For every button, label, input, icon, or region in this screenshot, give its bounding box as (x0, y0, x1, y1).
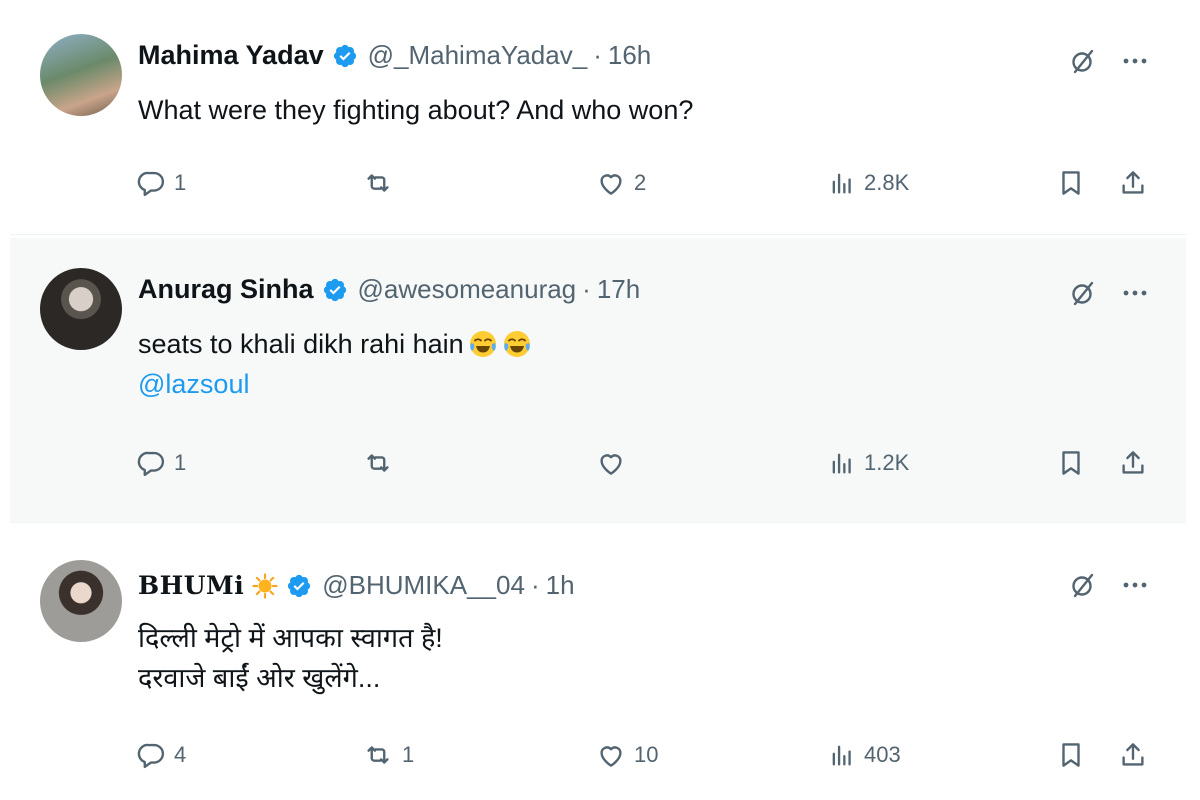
tweet-header: Mahima Yadav @_MahimaYadav_ · 16h (138, 40, 651, 71)
tweet-text: What were they fighting about? And who w… (138, 90, 693, 130)
bookmark-button[interactable] (1056, 448, 1086, 478)
sun-emoji (252, 572, 278, 599)
like-icon (596, 448, 626, 478)
timestamp[interactable]: 16h (608, 40, 651, 71)
reply-count: 4 (174, 742, 187, 767)
share-button[interactable] (1118, 448, 1148, 478)
like-button[interactable] (596, 448, 634, 478)
tweet-top-actions (1068, 570, 1150, 605)
face-with-tears-of-joy-emoji (502, 329, 532, 359)
timestamp[interactable]: 1h (546, 570, 575, 601)
retweet-icon (362, 168, 394, 198)
retweet-icon (362, 448, 394, 478)
bookmark-icon (1056, 168, 1086, 198)
tweet-text-line: दरवाजे बाईं ओर खुलेंगे... (138, 663, 381, 693)
like-icon (596, 740, 626, 770)
display-name[interactable]: Mahima Yadav (138, 40, 324, 71)
views-count: 1.2K (864, 450, 910, 475)
views-count: 403 (864, 742, 901, 767)
retweet-button[interactable]: 1 (362, 740, 414, 770)
like-count: 10 (634, 742, 659, 767)
tweet-text-line: दिल्ली मेट्रो में आपका स्वागत है! (138, 623, 443, 653)
reply-button[interactable]: 1 (136, 448, 186, 478)
views-icon (828, 168, 856, 198)
reply-button[interactable]: 4 (136, 740, 186, 770)
display-name[interactable]: Anurag Sinha (138, 274, 314, 305)
tweet-text-line: What were they fighting about? And who w… (138, 95, 694, 125)
views-button[interactable]: 2.8K (828, 168, 909, 198)
share-icon (1118, 168, 1148, 198)
retweet-icon (362, 740, 394, 770)
handle[interactable]: @_MahimaYadav_ (368, 40, 588, 71)
bookmark-icon (1056, 448, 1086, 478)
tweet-action-bar: 1 2 2.8K (10, 168, 1186, 204)
timestamp[interactable]: 17h (597, 274, 640, 305)
retweet-button[interactable] (362, 168, 402, 198)
display-name[interactable]: BHUMi (138, 571, 244, 600)
face-with-tears-of-joy-emoji (468, 329, 498, 359)
reply-count: 1 (174, 450, 187, 475)
grok-icon[interactable] (1068, 46, 1098, 81)
views-icon (828, 448, 856, 478)
tweet-card[interactable]: BHUMi @BHUMIKA__04 · 1h दिल्ली मेट्रो मे… (10, 536, 1186, 794)
verified-badge-icon (322, 277, 348, 303)
avatar[interactable] (40, 268, 122, 350)
tweet-action-bar: 1 1.2K (10, 448, 1186, 484)
views-icon (828, 740, 856, 770)
views-button[interactable]: 403 (828, 740, 901, 770)
verified-badge-icon (332, 43, 358, 69)
bookmark-icon (1056, 740, 1086, 770)
separator-dot: · (530, 570, 540, 600)
tweet-card[interactable]: Anurag Sinha @awesomeanurag · 17h seats … (10, 238, 1186, 523)
tweet-action-bar: 4 1 10 403 (10, 740, 1186, 776)
bookmark-button[interactable] (1056, 740, 1086, 770)
tweet-top-actions (1068, 278, 1150, 313)
share-button[interactable] (1118, 168, 1148, 198)
bookmark-button[interactable] (1056, 168, 1086, 198)
handle[interactable]: @BHUMIKA__04 (322, 570, 525, 601)
tweet-header: Anurag Sinha @awesomeanurag · 17h (138, 274, 640, 305)
reply-icon (136, 740, 166, 770)
handle[interactable]: @awesomeanurag (358, 274, 577, 305)
verified-badge-icon (286, 573, 312, 599)
mention-link[interactable]: @lazsoul (138, 364, 532, 404)
tweet-text-line: seats to khali dikh rahi hain (138, 324, 532, 364)
grok-icon[interactable] (1068, 278, 1098, 313)
tweet-top-actions (1068, 46, 1150, 81)
like-icon (596, 168, 626, 198)
retweet-count: 1 (402, 742, 415, 767)
reply-icon (136, 168, 166, 198)
grok-icon[interactable] (1068, 570, 1098, 605)
views-button[interactable]: 1.2K (828, 448, 909, 478)
reply-count: 1 (174, 170, 187, 195)
tweet-text: seats to khali dikh rahi hain @lazsoul (138, 324, 532, 404)
tweet-text: दिल्ली मेट्रो में आपका स्वागत है! दरवाजे… (138, 618, 443, 698)
like-button[interactable]: 10 (596, 740, 658, 770)
more-icon[interactable] (1120, 570, 1150, 605)
tweet-text-content: seats to khali dikh rahi hain (138, 329, 464, 359)
like-button[interactable]: 2 (596, 168, 646, 198)
avatar[interactable] (40, 560, 122, 642)
views-count: 2.8K (864, 170, 910, 195)
reply-button[interactable]: 1 (136, 168, 186, 198)
reply-icon (136, 448, 166, 478)
more-icon[interactable] (1120, 278, 1150, 313)
share-icon (1118, 740, 1148, 770)
separator-dot: · (582, 274, 591, 304)
share-button[interactable] (1118, 740, 1148, 770)
retweet-button[interactable] (362, 448, 402, 478)
avatar[interactable] (40, 34, 122, 116)
separator-dot: · (593, 40, 602, 70)
tweet-header: BHUMi @BHUMIKA__04 · 1h (138, 570, 575, 601)
more-icon[interactable] (1120, 46, 1150, 81)
tweet-card[interactable]: Mahima Yadav @_MahimaYadav_ · 16h What w… (10, 8, 1186, 235)
share-icon (1118, 448, 1148, 478)
like-count: 2 (634, 170, 647, 195)
